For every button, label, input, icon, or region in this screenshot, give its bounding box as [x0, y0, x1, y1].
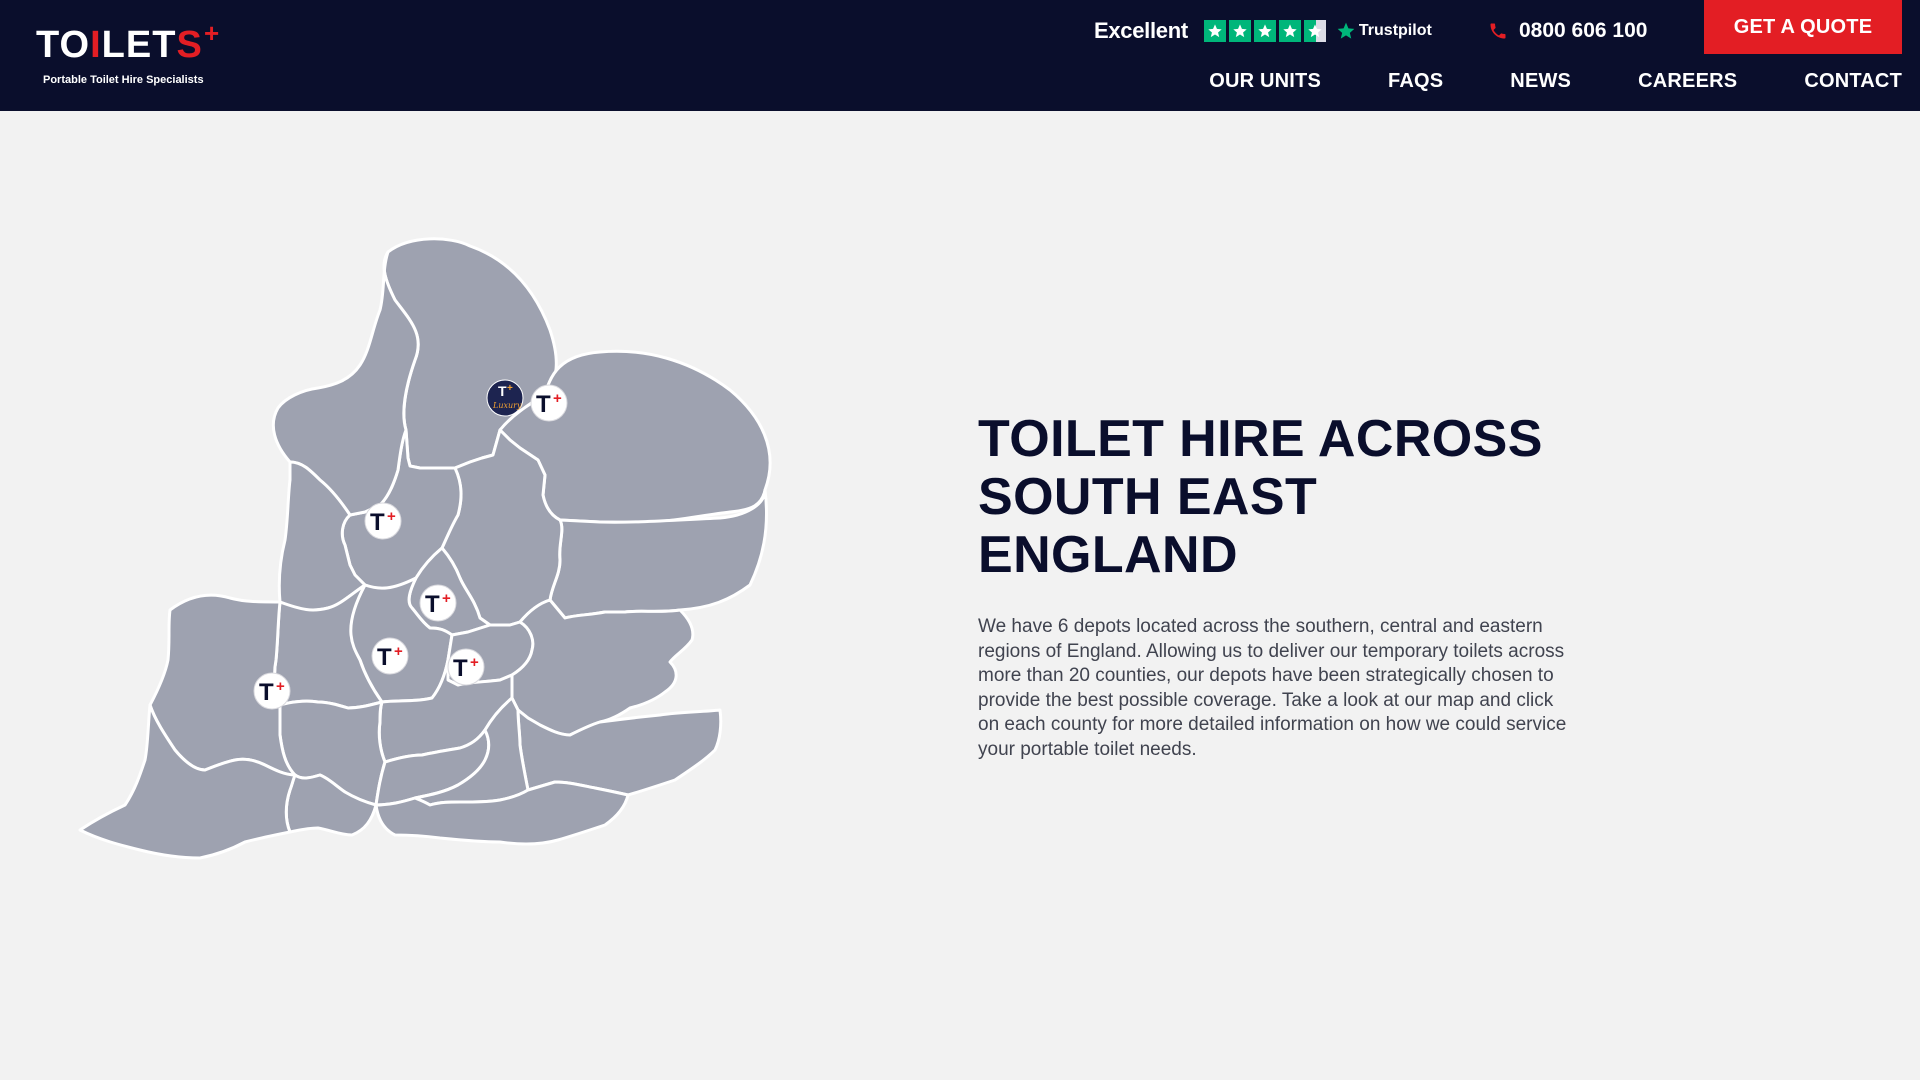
star-icon [1203, 20, 1226, 42]
logo-plus-icon: + [204, 18, 220, 48]
get-a-quote-button[interactable]: GET A QUOTE [1704, 0, 1902, 54]
depot-marker[interactable]: T + [364, 502, 402, 540]
marker-letter: T [370, 509, 385, 536]
site-header: TOILETS + Portable Toilet Hire Specialis… [0, 0, 1920, 111]
trustpilot-brand: Trustpilot [1358, 22, 1432, 39]
depot-marker[interactable]: T + [253, 672, 291, 710]
phone-link[interactable]: 0800 606 100 [1488, 16, 1647, 46]
phone-number: 0800 606 100 [1519, 19, 1648, 42]
marker-plus: + [276, 678, 285, 695]
marker-plus: + [442, 590, 451, 607]
marker-letter: T [536, 391, 551, 418]
marker-letter: T [453, 655, 468, 682]
logo-tagline: Portable Toilet Hire Specialists [43, 74, 204, 86]
star-icon [1278, 20, 1301, 42]
page-heading: TOILET HIRE ACROSS SOUTH EAST ENGLAND [978, 410, 1618, 584]
trustpilot-star-icon [1337, 22, 1355, 39]
main-nav: OUR UNITS FAQS NEWS CAREERS CONTACT [1209, 70, 1902, 93]
intro-paragraph: We have 6 depots located across the sout… [978, 616, 1567, 760]
site-logo[interactable]: TOILETS + Portable Toilet Hire Specialis… [36, 18, 236, 92]
nav-faqs[interactable]: FAQS [1388, 70, 1443, 93]
marker-plus: + [553, 390, 562, 407]
nav-careers[interactable]: CAREERS [1638, 70, 1737, 93]
marker-letter: T [425, 591, 440, 618]
depot-marker[interactable]: T + [419, 584, 457, 622]
luxury-marker-plus: + [507, 383, 513, 394]
trustpilot-stars [1203, 20, 1326, 42]
star-icon [1253, 20, 1276, 42]
luxury-marker-script: Luxury [492, 401, 522, 410]
marker-letter: T [259, 679, 274, 706]
trustpilot-widget[interactable]: Excellent Trustpilot [1094, 16, 1432, 46]
depot-marker[interactable]: T + [447, 648, 485, 686]
trustpilot-rating-text: Excellent [1094, 18, 1188, 43]
heading-line: SOUTH EAST [978, 468, 1318, 526]
marker-plus: + [470, 654, 479, 671]
marker-plus: + [394, 643, 403, 660]
luxury-marker-letter: T [498, 383, 507, 399]
marker-letter: T [377, 644, 392, 671]
heading-line: TOILET HIRE ACROSS [978, 410, 1543, 468]
phone-icon [1490, 23, 1506, 39]
star-icon [1228, 20, 1251, 42]
luxury-depot-marker[interactable]: T + Luxury [486, 379, 524, 417]
county-map: T + T + T + T + T + T + T + Luxury [78, 230, 780, 970]
nav-news[interactable]: NEWS [1510, 70, 1571, 93]
nav-contact[interactable]: CONTACT [1804, 70, 1902, 93]
trustpilot-logo: Trustpilot [1336, 21, 1432, 41]
heading-line: ENGLAND [978, 526, 1238, 584]
depot-marker[interactable]: T + [530, 384, 568, 422]
logo-wordmark: TOILETS [36, 24, 203, 66]
depot-marker[interactable]: T + [371, 637, 409, 675]
nav-our-units[interactable]: OUR UNITS [1209, 70, 1321, 93]
marker-plus: + [387, 508, 396, 525]
star-half-icon [1303, 20, 1326, 42]
